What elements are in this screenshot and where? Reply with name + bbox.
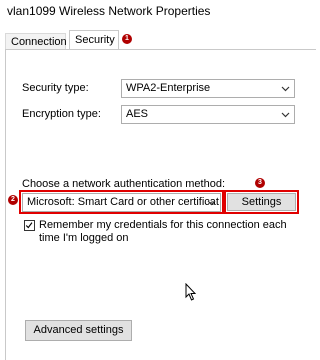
chevron-down-icon	[207, 200, 216, 206]
callout-badge-2: 2	[8, 195, 18, 205]
auth-method-value: Microsoft: Smart Card or other certifica…	[27, 196, 219, 208]
chevron-down-icon	[281, 86, 290, 92]
settings-button[interactable]: Settings	[227, 193, 296, 211]
remember-credentials-label-line2: time I'm logged on	[39, 232, 129, 244]
tab-security[interactable]: Security	[69, 30, 119, 50]
encryption-type-dropdown[interactable]: AES	[121, 105, 295, 124]
callout-badge-1: 1	[122, 34, 132, 44]
encryption-type-value: AES	[126, 108, 149, 120]
remember-credentials-label-line1: Remember my credentials for this connect…	[39, 219, 287, 231]
advanced-settings-button[interactable]: Advanced settings	[25, 320, 132, 341]
security-type-label: Security type:	[22, 82, 89, 94]
tab-connection[interactable]: Connection	[5, 33, 67, 49]
checkmark-icon	[25, 222, 33, 229]
title-bar: vlan1099 Wireless Network Properties	[0, 0, 316, 22]
mouse-cursor-icon	[185, 283, 197, 301]
security-type-dropdown[interactable]: WPA2-Enterprise	[121, 79, 295, 98]
auth-method-label: Choose a network authentication method:	[22, 178, 226, 190]
window-title: vlan1099 Wireless Network Properties	[7, 4, 211, 18]
security-type-value: WPA2-Enterprise	[126, 82, 211, 94]
chevron-down-icon	[281, 112, 290, 118]
remember-credentials-checkbox[interactable]	[24, 220, 35, 231]
auth-method-dropdown[interactable]: Microsoft: Smart Card or other certifica…	[22, 193, 221, 212]
encryption-type-label: Encryption type:	[22, 108, 101, 120]
callout-badge-3: 3	[255, 178, 265, 188]
